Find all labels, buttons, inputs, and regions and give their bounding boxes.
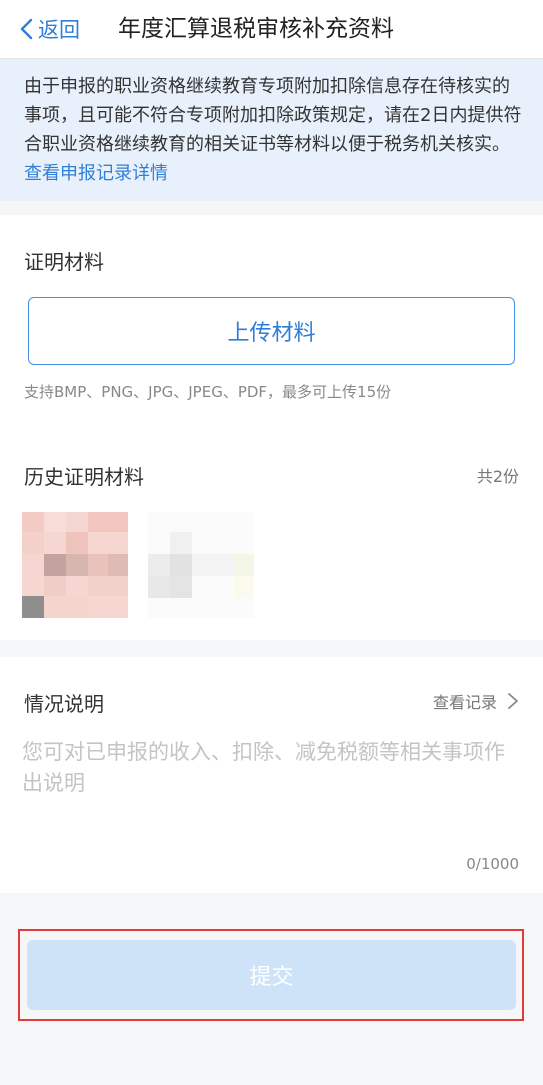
explanation-card: 情况说明 查看记录 0/1000 xyxy=(0,657,543,893)
back-label: 返回 xyxy=(38,18,80,42)
view-records-link[interactable]: 查看记录 xyxy=(433,689,519,713)
history-thumbnail-2[interactable] xyxy=(148,512,254,618)
chevron-left-icon xyxy=(20,18,33,40)
explanation-textarea[interactable] xyxy=(22,737,518,837)
notice-text-block: 由于申报的职业资格继续教育专项附加扣除信息存在待核实的事项，且可能不符合专项附加… xyxy=(24,72,524,188)
history-thumbnail-1[interactable] xyxy=(22,512,128,618)
explanation-section-title: 情况说明 xyxy=(24,692,104,716)
view-declaration-details-link[interactable]: 查看申报记录详情 xyxy=(24,163,168,184)
history-section-title: 历史证明材料 xyxy=(24,465,144,489)
proof-section-title: 证明材料 xyxy=(24,250,104,274)
submit-button[interactable]: 提交 xyxy=(27,940,516,1010)
notice-message: 由于申报的职业资格继续教育专项附加扣除信息存在待核实的事项，且可能不符合专项附加… xyxy=(24,76,522,155)
notice-banner: 由于申报的职业资格继续教育专项附加扣除信息存在待核实的事项，且可能不符合专项附加… xyxy=(0,59,543,201)
top-navigation-bar: 返回 年度汇算退税审核补充资料 xyxy=(0,0,543,59)
proof-materials-card: 证明材料 上传材料 支持BMP、PNG、JPG、JPEG、PDF，最多可上传15… xyxy=(0,215,543,640)
character-counter: 0/1000 xyxy=(466,855,519,873)
chevron-right-icon xyxy=(508,693,518,709)
view-records-label: 查看记录 xyxy=(432,693,497,712)
history-count: 共2份 xyxy=(476,467,519,486)
upload-format-hint: 支持BMP、PNG、JPG、JPEG、PDF，最多可上传15份 xyxy=(24,383,392,401)
page-title: 年度汇算退税审核补充资料 xyxy=(118,16,394,42)
back-button[interactable]: 返回 xyxy=(18,14,80,44)
upload-materials-button[interactable]: 上传材料 xyxy=(28,297,515,365)
